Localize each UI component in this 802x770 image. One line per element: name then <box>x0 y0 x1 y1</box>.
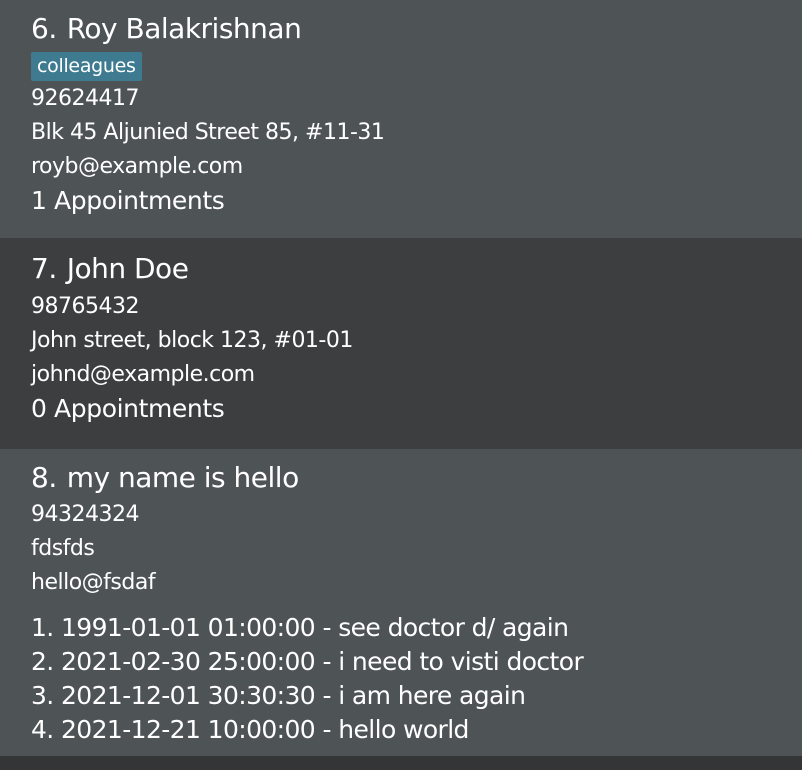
person-card[interactable]: 6. Roy Balakrishnan colleagues 92624417 B… <box>0 0 802 238</box>
person-name-row: 7. John Doe <box>31 252 189 285</box>
person-email: royb@example.com <box>31 154 243 179</box>
appointment-count: 1 Appointments <box>31 186 225 215</box>
person-card[interactable]: 7. John Doe 98765432 John street, block 1… <box>0 238 802 449</box>
appointment-item: 4. 2021-12-21 10:00:00 - hello world <box>31 715 469 744</box>
person-index: 6. <box>31 12 57 45</box>
appointment-item: 2. 2021-02-30 25:00:00 - i need to visti… <box>31 647 584 676</box>
person-address: John street, block 123, #01-01 <box>31 328 353 353</box>
appointment-item: 3. 2021-12-01 30:30:30 - i am here again <box>31 681 526 710</box>
person-card[interactable]: 8. my name is hello 94324324 fdsfds hello… <box>0 449 802 756</box>
person-address: fdsfds <box>31 536 95 561</box>
person-email: hello@fsdaf <box>31 570 156 595</box>
person-phone: 92624417 <box>31 86 139 111</box>
tag-badge: colleagues <box>31 52 142 81</box>
appointment-count: 0 Appointments <box>31 394 225 423</box>
person-list[interactable]: 6. Roy Balakrishnan colleagues 92624417 B… <box>0 0 802 756</box>
person-address: Blk 45 Aljunied Street 85, #11-31 <box>31 120 385 145</box>
person-index: 7. <box>31 252 57 285</box>
person-name: my name is hello <box>66 461 299 494</box>
bottom-bar <box>0 756 802 770</box>
person-name: John Doe <box>66 252 189 285</box>
person-email: johnd@example.com <box>31 362 255 387</box>
person-name-row: 6. Roy Balakrishnan <box>31 12 302 45</box>
person-name-row: 8. my name is hello <box>31 461 299 494</box>
person-name: Roy Balakrishnan <box>66 12 302 45</box>
person-phone: 94324324 <box>31 502 139 527</box>
appointment-item: 1. 1991-01-01 01:00:00 - see doctor d/ a… <box>31 613 569 642</box>
person-index: 8. <box>31 461 57 494</box>
person-phone: 98765432 <box>31 294 139 319</box>
